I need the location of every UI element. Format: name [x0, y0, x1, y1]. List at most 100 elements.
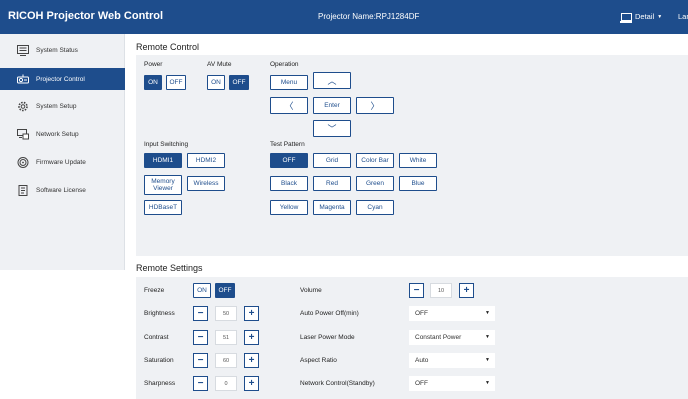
- freeze-off-button[interactable]: OFF: [215, 283, 235, 298]
- document-icon: [17, 184, 29, 196]
- sidebar-item-firmware-update[interactable]: Firmware Update: [0, 151, 125, 173]
- network-control-select[interactable]: OFF ▼: [409, 376, 495, 391]
- contrast-increase-button[interactable]: +: [244, 330, 259, 345]
- test-pattern-black-button[interactable]: Black: [270, 176, 308, 191]
- volume-increase-button[interactable]: +: [459, 283, 474, 298]
- sidebar-item-software-license[interactable]: Software License: [0, 179, 125, 201]
- test-pattern-cyan-button[interactable]: Cyan: [356, 200, 394, 215]
- aspect-ratio-value: Auto: [415, 357, 429, 364]
- memory-viewer-button[interactable]: Memory Viewer: [144, 175, 182, 195]
- saturation-decrease-button[interactable]: −: [193, 353, 208, 368]
- test-pattern-magenta-button[interactable]: Magenta: [313, 200, 351, 215]
- monitor-list-icon: [17, 44, 29, 56]
- laser-power-mode-value: Constant Power: [415, 334, 462, 341]
- memory-viewer-line2: Viewer: [153, 185, 173, 192]
- down-arrow-button[interactable]: ﹀: [313, 120, 351, 137]
- gear-icon: [17, 101, 29, 112]
- brightness-value[interactable]: 50: [215, 306, 237, 321]
- sidebar-item-label: Projector Control: [36, 75, 85, 83]
- wireless-button[interactable]: Wireless: [187, 176, 225, 191]
- memory-viewer-line1: Memory: [151, 178, 175, 185]
- chevron-down-icon: ▼: [485, 357, 490, 363]
- sidebar-item-projector-control[interactable]: Projector Control: [0, 68, 125, 90]
- test-pattern-blue-button[interactable]: Blue: [399, 176, 437, 191]
- auto-power-off-label: Auto Power Off(min): [300, 310, 359, 317]
- hdmi1-button[interactable]: HDMI1: [144, 153, 182, 168]
- sidebar: System Status Projector Control System S…: [0, 34, 125, 270]
- detail-label: Detail: [635, 12, 655, 21]
- volume-label: Volume: [300, 287, 322, 294]
- aspect-ratio-select[interactable]: Auto ▼: [409, 353, 495, 368]
- language-menu[interactable]: Lar: [678, 12, 688, 21]
- av-mute-on-button[interactable]: ON: [207, 75, 225, 90]
- enter-button[interactable]: Enter: [313, 97, 351, 114]
- hdmi2-button[interactable]: HDMI2: [187, 153, 225, 168]
- chevron-down-icon: ▼: [485, 380, 490, 386]
- projector-name: Projector Name:RPJ1284DF: [318, 12, 420, 21]
- test-pattern-green-button[interactable]: Green: [356, 176, 394, 191]
- sidebar-item-label: System Status: [36, 46, 78, 54]
- saturation-label: Saturation: [144, 357, 174, 364]
- power-label: Power: [144, 61, 163, 68]
- chevron-down-icon: ▼: [485, 334, 490, 340]
- network-icon: [17, 128, 29, 140]
- contrast-decrease-button[interactable]: −: [193, 330, 208, 345]
- sidebar-item-label: Software License: [36, 186, 86, 194]
- left-arrow-button[interactable]: 〈: [270, 97, 308, 114]
- av-mute-label: AV Mute: [207, 61, 232, 68]
- disc-icon: [17, 156, 29, 168]
- network-control-value: OFF: [415, 380, 428, 387]
- freeze-label: Freeze: [144, 287, 165, 294]
- top-bar: RICOH Projector Web Control Projector Na…: [0, 0, 688, 34]
- network-control-label: Network Control(Standby): [300, 380, 375, 387]
- contrast-label: Contrast: [144, 334, 169, 341]
- aspect-ratio-label: Aspect Ratio: [300, 357, 337, 364]
- saturation-value[interactable]: 60: [215, 353, 237, 368]
- test-pattern-white-button[interactable]: White: [399, 153, 437, 168]
- remote-control-panel: Power ON OFF AV Mute ON OFF Operation Me…: [136, 55, 688, 256]
- freeze-on-button[interactable]: ON: [193, 283, 211, 298]
- menu-button[interactable]: Menu: [270, 75, 308, 90]
- test-pattern-red-button[interactable]: Red: [313, 176, 351, 191]
- test-pattern-yellow-button[interactable]: Yellow: [270, 200, 308, 215]
- laser-power-mode-label: Laser Power Mode: [300, 334, 355, 341]
- sharpness-decrease-button[interactable]: −: [193, 376, 208, 391]
- volume-value[interactable]: 10: [430, 283, 452, 298]
- remote-settings-title: Remote Settings: [136, 263, 203, 273]
- auto-power-off-select[interactable]: OFF ▼: [409, 306, 495, 321]
- laser-power-mode-select[interactable]: Constant Power ▼: [409, 330, 495, 345]
- sidebar-item-label: Firmware Update: [36, 158, 86, 166]
- projector-icon: [17, 74, 29, 85]
- up-arrow-button[interactable]: ︿: [313, 72, 351, 89]
- hdbaset-button[interactable]: HDBaseT: [144, 200, 182, 215]
- sharpness-label: Sharpness: [144, 380, 176, 387]
- sidebar-item-network-setup[interactable]: Network Setup: [0, 123, 125, 145]
- test-pattern-label: Test Pattern: [270, 141, 305, 148]
- power-off-button[interactable]: OFF: [166, 75, 186, 90]
- volume-decrease-button[interactable]: −: [409, 283, 424, 298]
- chevron-down-icon: ▼: [657, 13, 663, 20]
- app-title: RICOH Projector Web Control: [8, 10, 164, 22]
- sidebar-item-label: Network Setup: [36, 130, 79, 138]
- sidebar-item-system-status[interactable]: System Status: [0, 39, 125, 61]
- test-pattern-color-bar-button[interactable]: Color Bar: [356, 153, 394, 168]
- operation-label: Operation: [270, 61, 299, 68]
- remote-settings-panel: Freeze ON OFF Brightness − 50 + Contrast…: [136, 277, 688, 399]
- sharpness-value[interactable]: 0: [215, 376, 237, 391]
- sidebar-item-system-setup[interactable]: System Setup: [0, 95, 125, 117]
- contrast-value[interactable]: 51: [215, 330, 237, 345]
- av-mute-off-button[interactable]: OFF: [229, 75, 249, 90]
- test-pattern-grid-button[interactable]: Grid: [313, 153, 351, 168]
- remote-control-title: Remote Control: [136, 42, 200, 52]
- monitor-icon: [620, 12, 632, 23]
- chevron-down-icon: ▼: [485, 310, 490, 316]
- sharpness-increase-button[interactable]: +: [244, 376, 259, 391]
- saturation-increase-button[interactable]: +: [244, 353, 259, 368]
- power-on-button[interactable]: ON: [144, 75, 162, 90]
- test-pattern-off-button[interactable]: OFF: [270, 153, 308, 168]
- brightness-increase-button[interactable]: +: [244, 306, 259, 321]
- brightness-decrease-button[interactable]: −: [193, 306, 208, 321]
- right-arrow-button[interactable]: 〉: [356, 97, 394, 114]
- brightness-label: Brightness: [144, 310, 175, 317]
- detail-menu-button[interactable]: Detail ▼: [620, 12, 663, 23]
